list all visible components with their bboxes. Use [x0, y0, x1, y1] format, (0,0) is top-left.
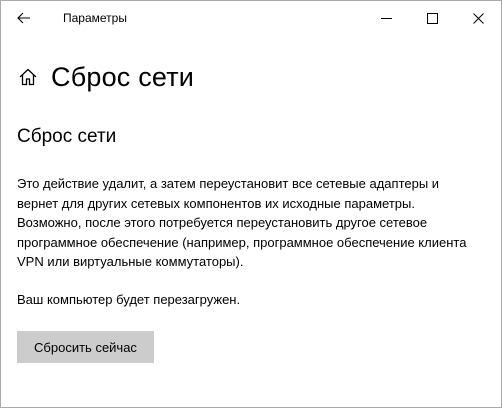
restart-note: Ваш компьютер будет перезагружен.: [17, 292, 241, 307]
maximize-button[interactable]: [409, 1, 455, 35]
reset-now-button[interactable]: Сбросить сейчас: [17, 331, 154, 363]
home-icon: [19, 68, 37, 86]
section-title: Сброс сети: [17, 126, 117, 147]
back-arrow-icon: [17, 12, 30, 24]
minimize-icon: [380, 17, 392, 19]
close-button[interactable]: [455, 1, 501, 35]
settings-window: Параметры Сброс сети Сброс сети Это дейс…: [0, 0, 502, 408]
back-button[interactable]: [7, 3, 41, 33]
close-icon: [472, 12, 484, 24]
app-title: Параметры: [63, 11, 127, 25]
page-title: Сброс сети: [51, 62, 195, 92]
title-bar: Параметры: [1, 1, 501, 35]
minimize-button[interactable]: [363, 1, 409, 35]
reset-description: Это действие удалит, а затем переустанов…: [17, 176, 467, 270]
page-header: Сброс сети: [17, 59, 194, 95]
maximize-icon: [426, 12, 438, 24]
home-button[interactable]: [17, 66, 39, 88]
